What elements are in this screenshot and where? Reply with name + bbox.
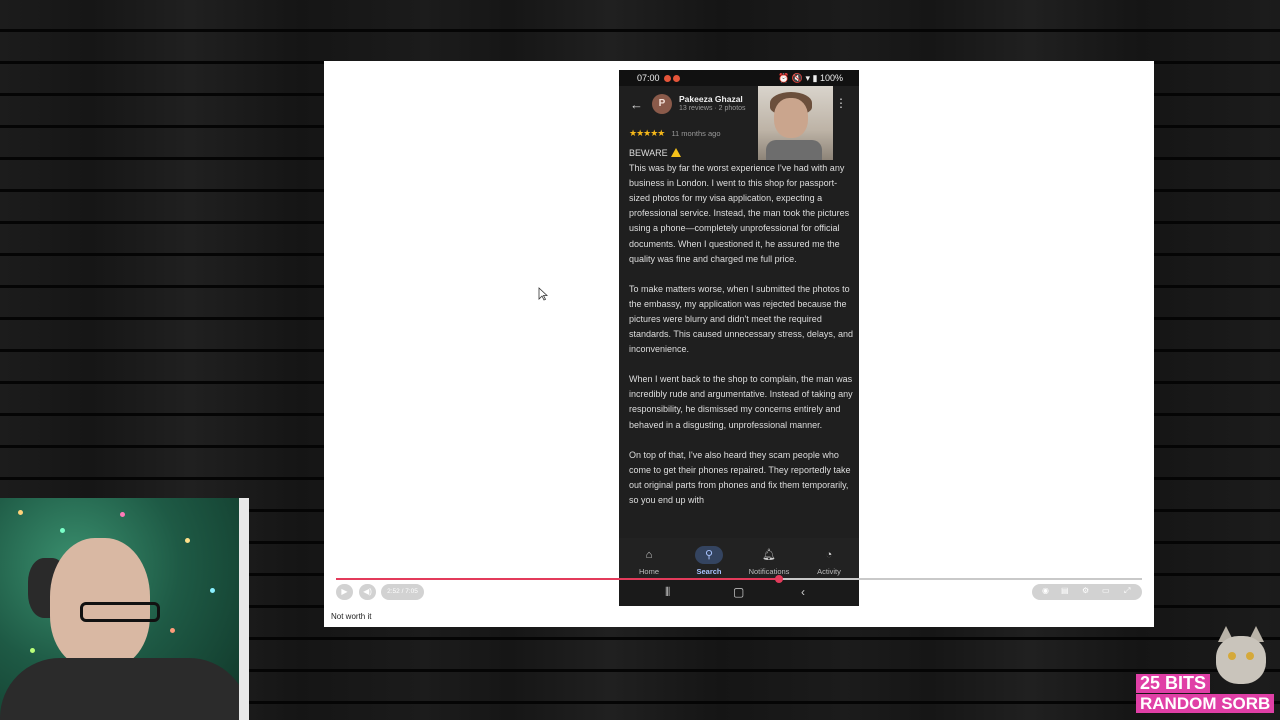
- autoplay-toggle-icon[interactable]: ◉: [1042, 586, 1049, 595]
- recent-apps-icon[interactable]: ⦀: [665, 585, 670, 600]
- pip-video-thumbnail: [758, 86, 833, 160]
- avatar[interactable]: P: [652, 94, 672, 114]
- nav-label: Activity: [817, 567, 841, 576]
- brand-line-2: RANDOM SORB: [1136, 694, 1275, 713]
- review-paragraph: This was by far the worst experience I'v…: [629, 163, 850, 264]
- fullscreen-icon[interactable]: ⤢: [1124, 586, 1130, 596]
- video-stage[interactable]: 07:00 ⏰ 🔇 ▾ ▮ 100% ← P Pakeeza Ghazal 13…: [324, 61, 1154, 627]
- nav-label: Notifications: [748, 567, 790, 576]
- reviewer-name[interactable]: Pakeeza Ghazal: [679, 94, 743, 104]
- nav-home[interactable]: ⌂ Home: [619, 538, 679, 580]
- home-button-icon[interactable]: ▢: [733, 585, 744, 599]
- review-text: BEWARE This was by far the worst experie…: [629, 146, 853, 538]
- status-bar: 07:00 ⏰ 🔇 ▾ ▮ 100%: [619, 70, 859, 86]
- back-arrow-icon[interactable]: ←: [630, 97, 643, 112]
- warning-icon: [670, 148, 681, 157]
- review-paragraph: When I went back to the shop to complain…: [629, 374, 853, 430]
- settings-gear-icon[interactable]: ⚙: [1082, 586, 1089, 595]
- review-paragraph: To make matters worse, when I submitted …: [629, 283, 853, 355]
- play-button[interactable]: ▶: [336, 584, 353, 600]
- nav-label: Home: [638, 567, 659, 576]
- beware-label: BEWARE: [629, 148, 668, 158]
- notification-dots-icon: [664, 74, 682, 84]
- streamer-webcam: [0, 498, 249, 720]
- search-icon: ⚲: [695, 546, 723, 564]
- activity-icon: ◔: [825, 549, 833, 561]
- home-icon: ⌂: [645, 549, 653, 561]
- back-button-icon[interactable]: ‹: [801, 585, 805, 599]
- channel-branding: 25 BITS RANDOM SORB: [1136, 674, 1276, 714]
- nav-notifications[interactable]: 🔔︎ Notifications: [739, 538, 799, 580]
- star-rating: ★★★★★: [629, 128, 665, 138]
- player-settings-controls: ◉ ▤ ⚙ ▭ ⤢: [1032, 584, 1142, 600]
- bottom-navigation: ⌂ Home ⚲ Search 🔔︎ Notifications ◔ Activ…: [619, 538, 859, 580]
- theater-mode-icon[interactable]: ▭: [1102, 586, 1110, 595]
- review-age: 11 months ago: [671, 129, 721, 138]
- nav-search[interactable]: ⚲ Search: [679, 538, 739, 580]
- progress-played: [336, 578, 780, 580]
- nav-activity[interactable]: ◔ Activity: [799, 538, 859, 580]
- time-display: 2:52 / 7:05: [381, 584, 424, 600]
- glasses: [80, 602, 160, 622]
- brand-line-1: 25 BITS: [1136, 674, 1211, 693]
- review-paragraph: On top of that, I've also heard they sca…: [629, 449, 851, 505]
- rating-row: ★★★★★ 11 months ago: [629, 128, 721, 139]
- subtitles-icon[interactable]: ▤: [1061, 586, 1069, 595]
- bell-icon: 🔔︎: [762, 549, 776, 561]
- android-navigation-bar: ⦀ ▢ ‹: [619, 580, 859, 606]
- reviewer-meta: 13 reviews · 2 photos: [679, 105, 746, 112]
- mouse-cursor-icon: [538, 287, 548, 301]
- video-title: Not worth it: [331, 612, 372, 621]
- more-options-icon[interactable]: ⋮: [835, 96, 847, 110]
- system-icons: ⏰ 🔇 ▾ ▮ 100%: [778, 73, 843, 83]
- nav-label: Search: [696, 567, 722, 576]
- status-time: 07:00: [637, 73, 660, 83]
- volume-icon[interactable]: ◀): [359, 584, 376, 600]
- battery-level: 100%: [819, 73, 843, 83]
